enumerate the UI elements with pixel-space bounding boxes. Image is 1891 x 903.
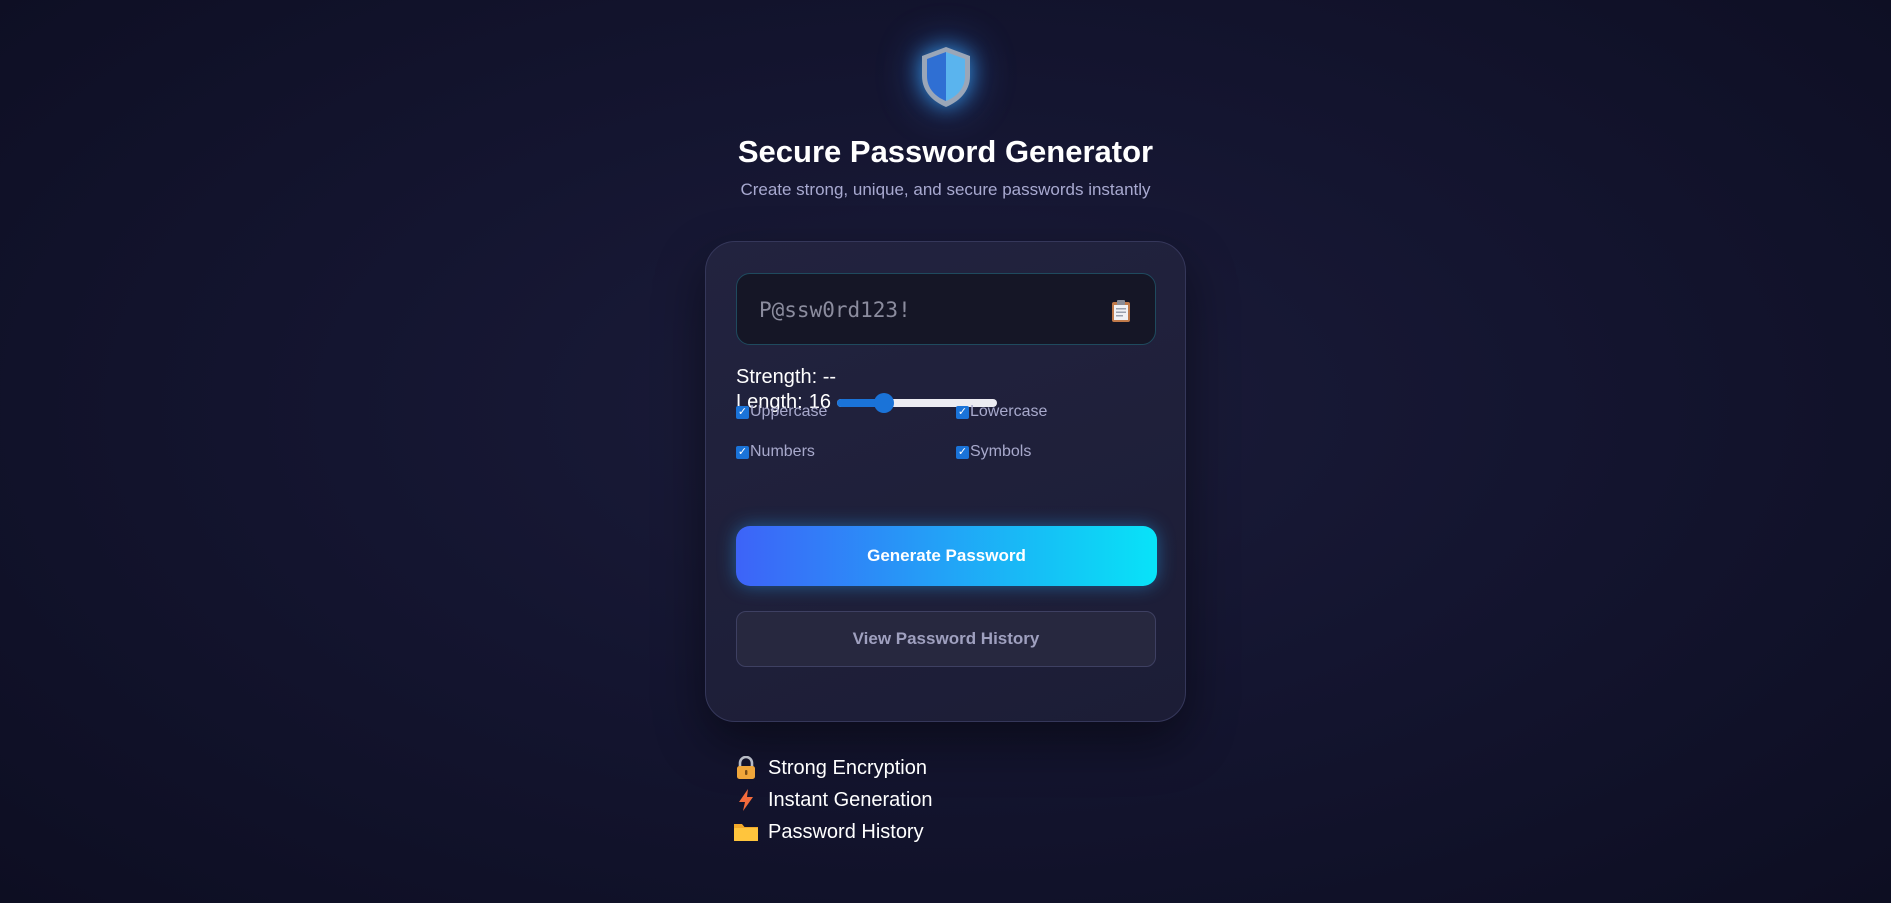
password-output[interactable] xyxy=(757,292,1091,328)
feature-item: Password History xyxy=(733,816,933,848)
checkbox-numbers[interactable]: ✓ xyxy=(736,445,749,459)
feature-label: Instant Generation xyxy=(768,788,933,811)
feature-label: Password History xyxy=(768,820,924,843)
option-numbers[interactable]: ✓ Numbers xyxy=(736,443,815,461)
lock-icon xyxy=(733,756,759,780)
strength-value: -- xyxy=(822,366,837,388)
option-label: Numbers xyxy=(750,443,815,460)
clipboard-icon[interactable] xyxy=(1111,299,1131,323)
view-history-button[interactable]: View Password History xyxy=(736,611,1156,667)
strength-indicator: Strength: -- xyxy=(736,366,836,389)
folder-icon xyxy=(733,820,759,844)
generate-password-button[interactable]: Generate Password xyxy=(736,526,1157,586)
feature-item: Instant Generation xyxy=(733,784,933,816)
option-lowercase[interactable]: ✓ Lowercase xyxy=(956,403,1047,421)
checkbox-uppercase[interactable]: ✓ xyxy=(736,405,749,419)
page-title: Secure Password Generator xyxy=(737,134,1154,169)
checkbox-symbols[interactable]: ✓ xyxy=(956,445,969,459)
feature-label: Strong Encryption xyxy=(768,756,927,779)
feature-item: Strong Encryption xyxy=(733,752,933,784)
lightning-icon xyxy=(733,788,759,812)
password-field xyxy=(736,273,1156,345)
option-label: Uppercase xyxy=(750,403,828,420)
option-uppercase[interactable]: ✓ Uppercase xyxy=(736,403,827,421)
option-label: Lowercase xyxy=(970,403,1048,420)
generator-card: Strength: -- Length: 16 ✓ Uppercase ✓ Lo… xyxy=(705,241,1186,722)
checkbox-lowercase[interactable]: ✓ xyxy=(956,405,969,419)
slider-thumb[interactable] xyxy=(873,392,894,413)
strength-label: Strength: xyxy=(736,366,818,388)
option-label: Symbols xyxy=(970,443,1032,460)
option-symbols[interactable]: ✓ Symbols xyxy=(956,443,1031,461)
feature-list: Strong Encryption Instant Generation Pas… xyxy=(733,752,933,848)
shield-logo-icon xyxy=(918,44,974,110)
page-subtitle: Create strong, unique, and secure passwo… xyxy=(740,180,1151,199)
